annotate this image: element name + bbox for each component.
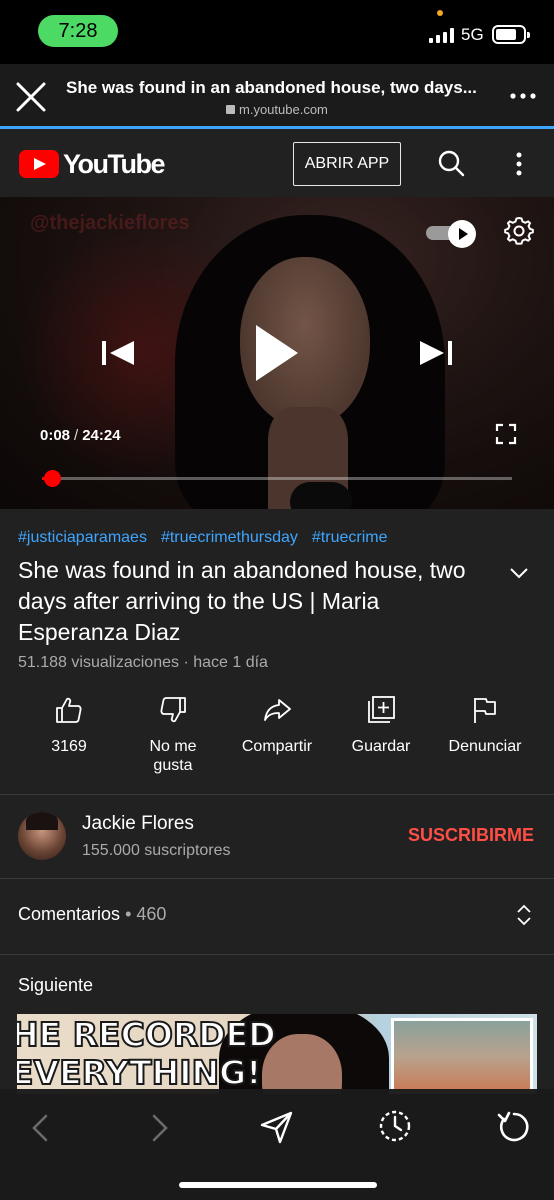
- thumbnail-inset-photo: [391, 1018, 533, 1094]
- youtube-header: YouTube ABRIR APP: [0, 129, 554, 197]
- battery-icon: [492, 25, 530, 44]
- chevron-down-icon[interactable]: [509, 566, 529, 580]
- report-button[interactable]: Denunciar: [430, 695, 540, 756]
- save-label: Guardar: [351, 738, 411, 755]
- duration: 24:24: [82, 427, 121, 444]
- up-next-label: Siguiente: [18, 975, 94, 995]
- hashtag-link[interactable]: #truecrime: [312, 529, 388, 546]
- channel-name[interactable]: Jackie Flores: [82, 813, 194, 835]
- like-count: 3169: [51, 738, 87, 755]
- signal-icon: [429, 28, 455, 43]
- up-next-thumbnail[interactable]: HE RECORDED EVERYTHING!: [17, 1014, 537, 1094]
- status-bar: 7:28 5G: [0, 0, 554, 64]
- back-icon[interactable]: [30, 1113, 50, 1143]
- save-button[interactable]: Guardar: [326, 695, 436, 756]
- open-app-button[interactable]: ABRIR APP: [293, 142, 401, 186]
- expand-collapse-icon[interactable]: [516, 904, 532, 926]
- kebab-icon[interactable]: [512, 151, 526, 177]
- video-meta: 51.188 visualizaciones · hace 1 día: [18, 654, 268, 671]
- subscriber-count: 155.000 suscriptores: [82, 842, 231, 859]
- share-arrow-icon: [264, 699, 291, 721]
- youtube-logo[interactable]: YouTube: [19, 148, 165, 179]
- comments-separator: •: [125, 904, 132, 924]
- network-label: 5G: [461, 25, 484, 44]
- time-readout: 0:08/24:24: [40, 427, 121, 444]
- dislike-button[interactable]: No me gusta: [118, 695, 228, 775]
- share-icon[interactable]: [259, 1109, 295, 1145]
- history-icon[interactable]: [377, 1107, 413, 1143]
- time-separator: /: [74, 427, 79, 444]
- browser-toolbar: [0, 1089, 554, 1200]
- thumbs-up-icon: [56, 697, 82, 723]
- close-icon[interactable]: [14, 80, 48, 114]
- video-player[interactable]: @thejackieflores 0:08/24:24: [0, 197, 554, 509]
- thumbnail-text-line: HE RECORDED: [17, 1015, 277, 1055]
- autoplay-toggle[interactable]: [426, 220, 478, 248]
- search-icon[interactable]: [437, 149, 465, 177]
- comments-header: Comentarios • 460: [18, 904, 166, 925]
- reload-icon[interactable]: [496, 1109, 532, 1145]
- like-button[interactable]: 3169: [14, 695, 124, 756]
- browser-url: m.youtube.com: [226, 102, 328, 117]
- hashtag-link[interactable]: #justiciaparamaes: [18, 529, 147, 546]
- share-label: Compartir: [241, 738, 313, 755]
- previous-icon[interactable]: [100, 337, 136, 369]
- browser-header: She was found in an abandoned house, two…: [0, 64, 554, 128]
- fullscreen-icon[interactable]: [495, 423, 517, 445]
- youtube-play-logo-icon: [19, 150, 59, 178]
- thumbnail-text: HE RECORDED EVERYTHING!: [17, 1015, 277, 1093]
- play-icon[interactable]: [250, 321, 302, 385]
- browser-url-text: m.youtube.com: [239, 102, 328, 117]
- action-bar: 3169 No me gusta Compartir Guardar Denun…: [0, 695, 554, 795]
- privacy-indicator-dot: [437, 10, 443, 16]
- comments-count: 460: [136, 904, 167, 924]
- youtube-logo-text: YouTube: [63, 148, 165, 179]
- hashtag-list: #justiciaparamaes #truecrimethursday #true…: [18, 529, 401, 547]
- channel-row[interactable]: Jackie Flores 155.000 suscriptores SUSCR…: [0, 794, 554, 878]
- settings-icon[interactable]: [504, 215, 534, 245]
- home-indicator[interactable]: [179, 1182, 377, 1188]
- autoplay-toggle-icon: [448, 220, 476, 248]
- thumbs-down-icon: [160, 697, 186, 723]
- video-title[interactable]: She was found in an abandoned house, two…: [18, 555, 488, 648]
- hashtag-link[interactable]: #truecrimethursday: [161, 529, 298, 546]
- add-to-playlist-icon: [368, 696, 395, 723]
- status-time[interactable]: 7:28: [38, 15, 118, 47]
- avatar[interactable]: [18, 812, 66, 860]
- comments-section[interactable]: Comentarios • 460: [0, 878, 554, 954]
- share-video-button[interactable]: Compartir: [222, 695, 332, 756]
- seek-bar[interactable]: [42, 470, 512, 487]
- forward-icon[interactable]: [150, 1113, 170, 1143]
- browser-page-title: She was found in an abandoned house, two…: [66, 78, 477, 97]
- flag-icon: [474, 698, 496, 723]
- dislike-label: No me gusta: [149, 738, 197, 774]
- next-icon[interactable]: [418, 337, 454, 369]
- report-label: Denunciar: [448, 738, 522, 755]
- divider: [0, 954, 554, 955]
- lock-icon: [226, 105, 235, 114]
- subscribe-button[interactable]: SUSCRIBIRME: [408, 825, 534, 846]
- comments-label: Comentarios: [18, 904, 121, 924]
- more-icon[interactable]: [509, 86, 537, 106]
- current-time: 0:08: [40, 427, 71, 444]
- thumbnail-text-line: EVERYTHING!: [17, 1053, 262, 1093]
